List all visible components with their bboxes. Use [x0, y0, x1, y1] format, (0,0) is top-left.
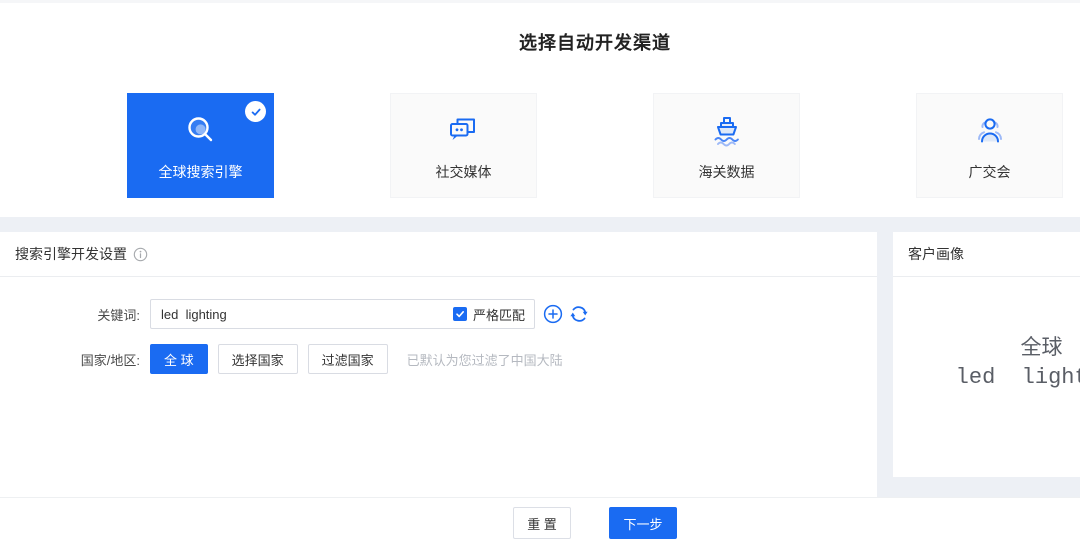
- refresh-icon: [569, 304, 589, 324]
- footer-action-bar: 重 置 下一步: [0, 497, 1080, 548]
- next-step-button[interactable]: 下一步: [609, 507, 677, 539]
- info-icon[interactable]: [133, 247, 148, 262]
- channel-label: 海关数据: [699, 162, 755, 182]
- panel-gutter: [877, 232, 893, 497]
- channel-label: 广交会: [969, 162, 1011, 182]
- region-label: 国家/地区:: [0, 350, 150, 369]
- refresh-keyword-button[interactable]: [569, 304, 589, 324]
- keyword-input[interactable]: [161, 307, 453, 322]
- ship-icon: [707, 109, 747, 153]
- strict-match-toggle[interactable]: 严格匹配: [453, 305, 534, 324]
- channel-card-customs-data[interactable]: 海关数据: [653, 93, 800, 198]
- page: 选择自动开发渠道 全球搜索引擎: [0, 0, 1080, 548]
- channel-label: 全球搜索引擎: [159, 162, 243, 182]
- section-divider-band: [0, 217, 1080, 232]
- channel-card-global-search[interactable]: 全球搜索引擎: [127, 93, 274, 198]
- search-settings-panel: 搜索引擎开发设置 关键词:: [0, 232, 877, 497]
- keyword-cloud: 全球 led lighting: [893, 331, 1080, 390]
- region-filter-hint: 已默认为您过滤了中国大陆: [407, 350, 563, 369]
- add-keyword-button[interactable]: [543, 304, 563, 324]
- selected-check-badge: [245, 101, 266, 122]
- chat-icon: [445, 109, 483, 153]
- region-row: 国家/地区: 全 球 选择国家 过滤国家 已默认为您过滤了中国大陆: [0, 344, 877, 374]
- keyword-input-box[interactable]: 严格匹配: [150, 299, 535, 329]
- portrait-panel-header: 客户画像: [893, 232, 1080, 277]
- plus-circle-icon: [543, 304, 563, 324]
- region-option-global[interactable]: 全 球: [150, 344, 208, 374]
- reset-button[interactable]: 重 置: [513, 507, 571, 539]
- region-option-filter-country[interactable]: 过滤国家: [308, 344, 388, 374]
- page-title: 选择自动开发渠道: [0, 3, 1080, 67]
- cloud-word: 全球: [893, 331, 1080, 361]
- region-option-select-country[interactable]: 选择国家: [218, 344, 298, 374]
- content-area: 搜索引擎开发设置 关键词:: [0, 232, 1080, 497]
- channel-label: 社交媒体: [436, 162, 492, 182]
- customer-portrait-panel: 客户画像 全球 led lighting: [893, 232, 1080, 477]
- strict-match-checkbox[interactable]: [453, 307, 467, 321]
- channel-card-social-media[interactable]: 社交媒体: [390, 93, 537, 198]
- keyword-label: 关键词:: [0, 305, 150, 324]
- portrait-header-label: 客户画像: [908, 244, 964, 264]
- channel-card-canton-fair[interactable]: 广交会: [916, 93, 1063, 198]
- search-icon: [181, 109, 221, 153]
- right-column: 客户画像 全球 led lighting: [893, 232, 1080, 497]
- check-icon: [250, 106, 262, 118]
- keyword-row: 关键词: 严格匹配: [0, 299, 877, 329]
- channel-cards-row: 全球搜索引擎 社交媒体: [127, 93, 1080, 198]
- settings-panel-header: 搜索引擎开发设置: [0, 232, 877, 277]
- cloud-word: led lighting: [893, 365, 1080, 390]
- strict-match-label: 严格匹配: [473, 305, 525, 324]
- settings-header-label: 搜索引擎开发设置: [15, 244, 127, 264]
- people-icon: [970, 109, 1010, 153]
